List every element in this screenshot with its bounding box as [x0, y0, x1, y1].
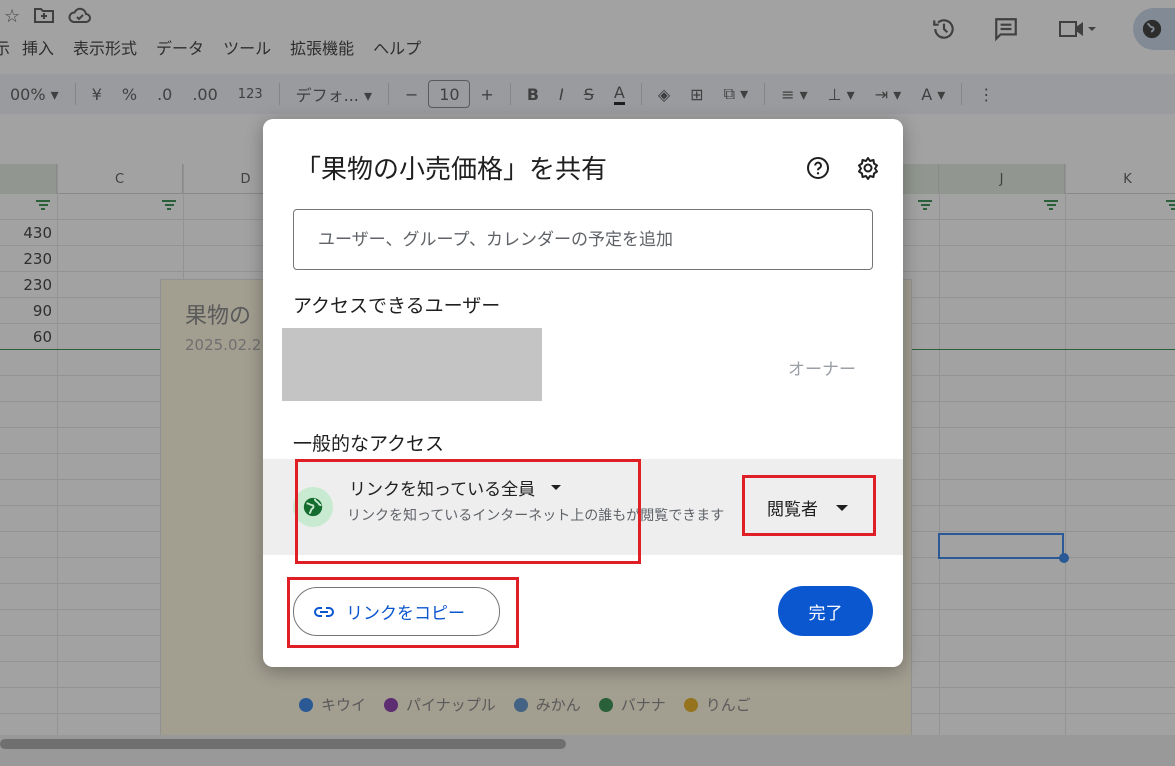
highlight-box-link-access	[295, 459, 641, 564]
general-access-heading: 一般的なアクセス	[293, 433, 445, 455]
people-with-access-heading: アクセスできるユーザー	[293, 295, 501, 317]
owner-role-label: オーナー	[788, 360, 856, 380]
add-people-input[interactable]	[293, 209, 873, 270]
help-icon[interactable]	[806, 156, 830, 180]
done-button[interactable]: 完了	[778, 586, 873, 636]
settings-gear-icon[interactable]	[856, 156, 880, 180]
highlight-box-copy-link	[287, 577, 519, 648]
redacted-user-info	[282, 328, 542, 401]
dialog-title: 「果物の小売価格」を共有	[295, 155, 608, 185]
highlight-box-role	[742, 475, 876, 536]
